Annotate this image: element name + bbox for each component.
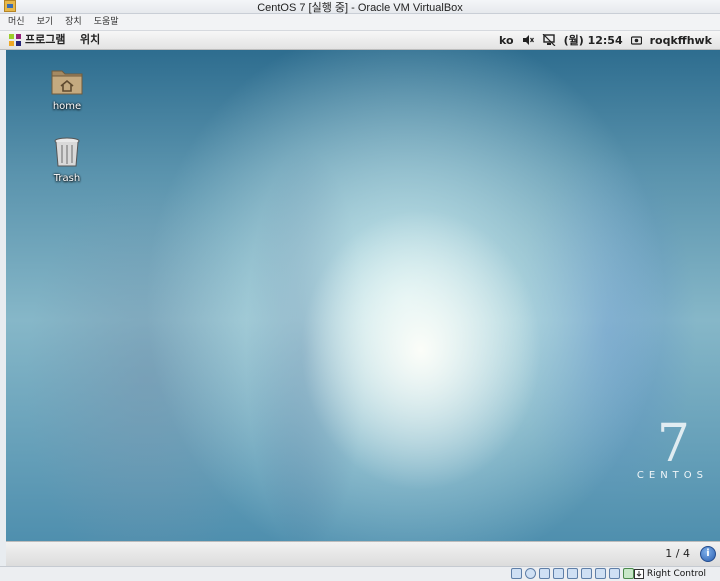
guest-desktop[interactable]: home Trash 7 CENTOS xyxy=(6,50,720,541)
shared-folders-icon[interactable] xyxy=(581,568,592,579)
host-key-label: Right Control xyxy=(646,569,706,579)
display-icon[interactable] xyxy=(595,568,606,579)
volume-muted-icon[interactable] xyxy=(522,34,534,46)
network-wired-icon[interactable] xyxy=(542,34,556,46)
usb-icon[interactable] xyxy=(567,568,578,579)
notification-info-icon[interactable]: i xyxy=(700,546,716,562)
trash-icon xyxy=(54,137,80,167)
optical-drive-icon[interactable] xyxy=(525,568,536,579)
window-titlebar[interactable]: CentOS 7 [실행 중] - Oracle VM VirtualBox xyxy=(0,0,720,14)
centos-branding: 7 CENTOS xyxy=(637,418,708,481)
user-name[interactable]: roqkffhwk xyxy=(650,34,712,47)
host-key-indicator: Right Control xyxy=(633,567,706,581)
desktop-icon-home[interactable]: home xyxy=(37,66,97,112)
host-statusbar: Right Control xyxy=(0,566,720,581)
window-title: CentOS 7 [실행 중] - Oracle VM VirtualBox xyxy=(257,2,463,14)
desktop-icon-label: Trash xyxy=(53,173,81,184)
user-menu-icon[interactable] xyxy=(630,35,642,46)
video-capture-icon[interactable] xyxy=(609,568,620,579)
applications-menu[interactable]: 프로그램 xyxy=(25,31,65,49)
menu-help[interactable]: 도움말 xyxy=(94,14,119,30)
folder-home-icon xyxy=(51,70,83,95)
mouse-integration-icon[interactable] xyxy=(623,568,634,579)
desktop-icon-trash[interactable]: Trash xyxy=(37,136,97,184)
audio-icon[interactable] xyxy=(539,568,550,579)
gnome-bottom-panel: 1 / 4 i xyxy=(6,541,720,566)
gnome-top-panel: 프로그램 위치 ko (월) 12:54 roqkffhwk xyxy=(0,31,720,50)
clock[interactable]: (월) 12:54 xyxy=(564,32,623,48)
brand-name: CENTOS xyxy=(636,470,708,481)
workspace-indicator[interactable]: 1 / 4 xyxy=(665,542,690,566)
centos-logo-icon xyxy=(9,34,21,46)
places-menu[interactable]: 위치 xyxy=(80,31,100,49)
brand-version: 7 xyxy=(656,414,690,474)
desktop-icon-label: home xyxy=(52,101,82,112)
network-icon[interactable] xyxy=(553,568,564,579)
keyboard-layout[interactable]: ko xyxy=(499,34,514,47)
menu-machine[interactable]: 머신 xyxy=(8,14,25,30)
hard-disk-icon[interactable] xyxy=(511,568,522,579)
host-menubar: 머신 보기 장치 도움말 xyxy=(0,14,720,31)
device-indicators xyxy=(511,568,634,579)
menu-devices[interactable]: 장치 xyxy=(65,14,82,30)
arrow-down-icon xyxy=(633,569,644,579)
menu-view[interactable]: 보기 xyxy=(37,14,54,30)
